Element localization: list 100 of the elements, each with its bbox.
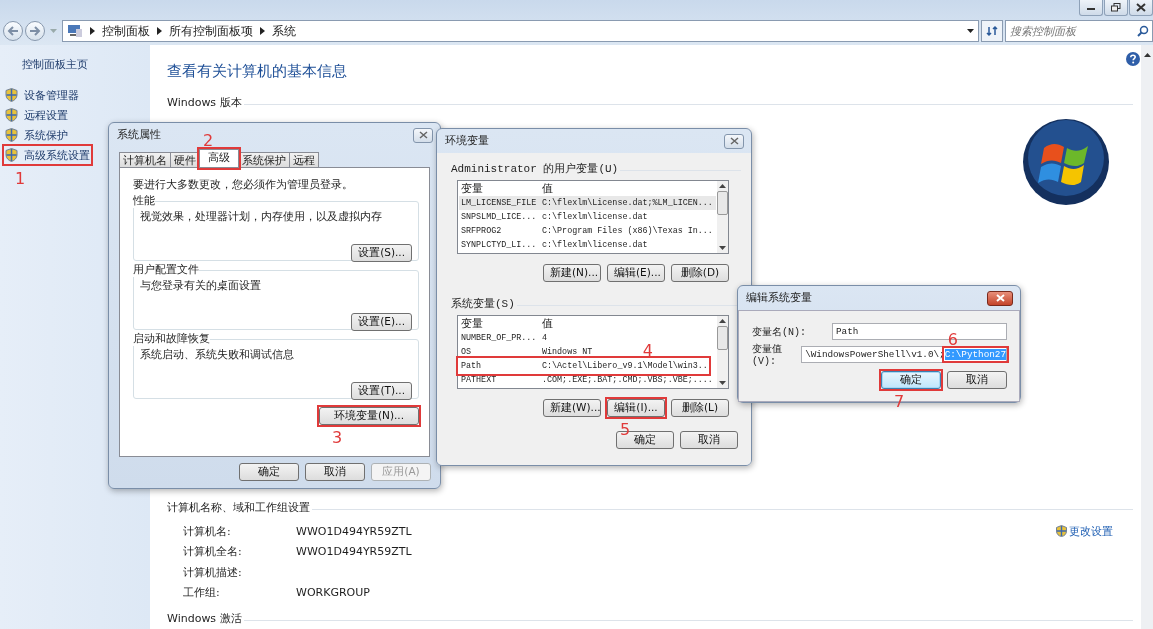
variable-row[interactable]: SRFPROG2 C:\Program Files (x86)\Texas In... [459,224,713,238]
variable-row[interactable]: SNPSLMD_LICE... c:\flexlm\license.dat [459,210,648,224]
sidebar-item[interactable]: 系统保护 [5,127,68,143]
chevron-icon [260,27,265,35]
group-description: 视觉效果，处理器计划，内存使用，以及虚拟内存 [140,210,383,224]
close-button[interactable] [413,127,433,143]
field-label: 变量值(V): [752,342,783,367]
callout-number: 4 [642,343,653,359]
tab[interactable]: 远程 [289,152,319,167]
list-button[interactable]: 编辑(E)... [607,264,665,282]
variable-name: OS [461,347,473,357]
variable-row[interactable]: LM_LICENSE_FILE C:\flexlm\License.dat;%LM_LICEN... [459,196,716,210]
variable-row[interactable]: NUMBER_OF_PR... 4 [459,331,548,345]
shield-icon [5,128,18,142]
close-icon [1136,3,1146,12]
section-heading: Windows 激活 [167,611,242,626]
variable-value: C:\Program Files (x86)\Texas In... [542,226,713,236]
down-arrow-icon [719,381,726,385]
shield-icon [1056,525,1067,537]
back-arrow-icon [7,26,19,36]
variable-value: c:\flexlm\license.dat [542,240,648,250]
refresh-icon [986,25,998,37]
list-button[interactable]: 新建(N)... [543,264,601,282]
group-title: Administrator 的用户变量(U) [451,162,619,176]
dialog-button[interactable]: 取消 [305,463,365,481]
minimize-button[interactable] [1079,0,1103,16]
variable-name: SNPSLMD_LICE... [461,212,538,222]
callout-box [197,147,241,170]
dialog-title: 系统属性 [117,128,161,142]
info-label: 计算机描述: [183,564,243,580]
restore-button[interactable] [1104,0,1128,16]
sidebar-link[interactable]: 控制面板主页 [22,57,150,72]
dialog-button[interactable]: 取消 [680,431,738,449]
list-button[interactable]: 删除(D) [671,264,729,282]
variable-row[interactable]: SYNPLCTYD_LI... c:\flexlm\license.dat [459,238,648,252]
column-header: 值 [542,182,554,196]
tab[interactable]: 系统保护 [238,152,290,167]
group-description: 与您登录有关的桌面设置 [140,279,262,293]
address-bar[interactable]: 控制面板 所有控制面板项 系统 [62,20,979,42]
info-label: 计算机全名: [183,544,243,560]
scrollbar[interactable] [717,316,728,388]
field-label: 变量名(N): [752,325,807,339]
dialog-button[interactable]: 取消 [947,371,1007,389]
sidebar-item[interactable]: 远程设置 [5,107,68,123]
sidebar-item[interactable]: 设备管理器 [5,87,79,103]
section-heading: 计算机名称、域和工作组设置 [167,500,310,515]
breadcrumb-link[interactable]: 系统 [272,23,296,39]
group-title: 用户配置文件 [133,263,199,277]
close-button[interactable] [724,133,744,149]
shield-icon [5,88,18,102]
forward-arrow-icon [29,26,41,36]
column-header: 变量 [461,317,484,331]
forward-button[interactable] [25,21,45,41]
page-title: 查看有关计算机的基本信息 [167,62,348,81]
close-button[interactable] [987,290,1013,306]
list-button[interactable]: 删除(L) [671,399,729,417]
tab[interactable]: 计算机名 [119,152,171,167]
variable-name: PATHEXT [461,375,498,385]
change-settings-link[interactable]: 更改设置 [1056,523,1113,539]
chevron-icon [90,27,95,35]
variable-value: C:\flexlm\License.dat;%LM_LICEN... [542,198,714,208]
search-icon [1137,25,1149,37]
close-icon [995,294,1005,302]
computer-icon [67,24,83,38]
help-icon[interactable] [1126,52,1140,66]
settings-button[interactable]: 设置(S)... [351,244,412,262]
callout-number: 1 [15,171,26,187]
group-title: 性能 [133,194,155,208]
breadcrumb-link[interactable]: 所有控制面板项 [169,23,253,39]
variable-name: SYNPLCTYD_LI... [461,240,538,250]
variable-value: 4 [542,333,548,343]
breadcrumb-link[interactable]: 控制面板 [102,23,150,39]
settings-button[interactable]: 设置(E)... [351,313,412,331]
search-field[interactable]: 搜索控制面板 [1005,20,1153,42]
variable-value: C:\Actel\Libero_v9.1\Model\win3.. [542,361,708,371]
section-heading: Windows 版本 [167,95,242,110]
dropdown-icon[interactable] [967,29,974,33]
variable-value: c:\flexlm\license.dat [542,212,648,222]
back-button[interactable] [3,21,23,41]
settings-button[interactable]: 设置(T)... [351,382,412,400]
dialog-title: 环境变量 [445,134,489,148]
group-description: 系统启动、系统失败和调试信息 [140,348,295,362]
info-value: WWO1D494YR59ZTL [296,524,412,538]
scrollbar[interactable] [1141,45,1153,629]
list-button[interactable]: 新建(W)... [543,399,601,417]
tab[interactable]: 硬件 [170,152,200,167]
variable-row[interactable]: PATHEXT .COM;.EXE;.BAT;.CMD;.VBS;.VBE;.... [459,373,713,387]
column-header: 变量 [461,182,484,196]
dialog-button[interactable]: 确定 [239,463,299,481]
variable-value: .COM;.EXE;.BAT;.CMD;.VBS;.VBE;.... [542,375,713,385]
refresh-button[interactable] [981,20,1003,42]
column-header: 值 [542,317,554,331]
scrollbar[interactable] [717,181,728,253]
variable-name: NUMBER_OF_PR... [461,333,538,343]
shield-icon [5,148,18,162]
close-button[interactable] [1129,0,1153,16]
variable-row[interactable]: OS Windows NT [459,345,593,359]
up-arrow-icon [719,319,726,323]
callout-box [605,397,667,419]
variable-value: Windows NT [542,347,593,357]
